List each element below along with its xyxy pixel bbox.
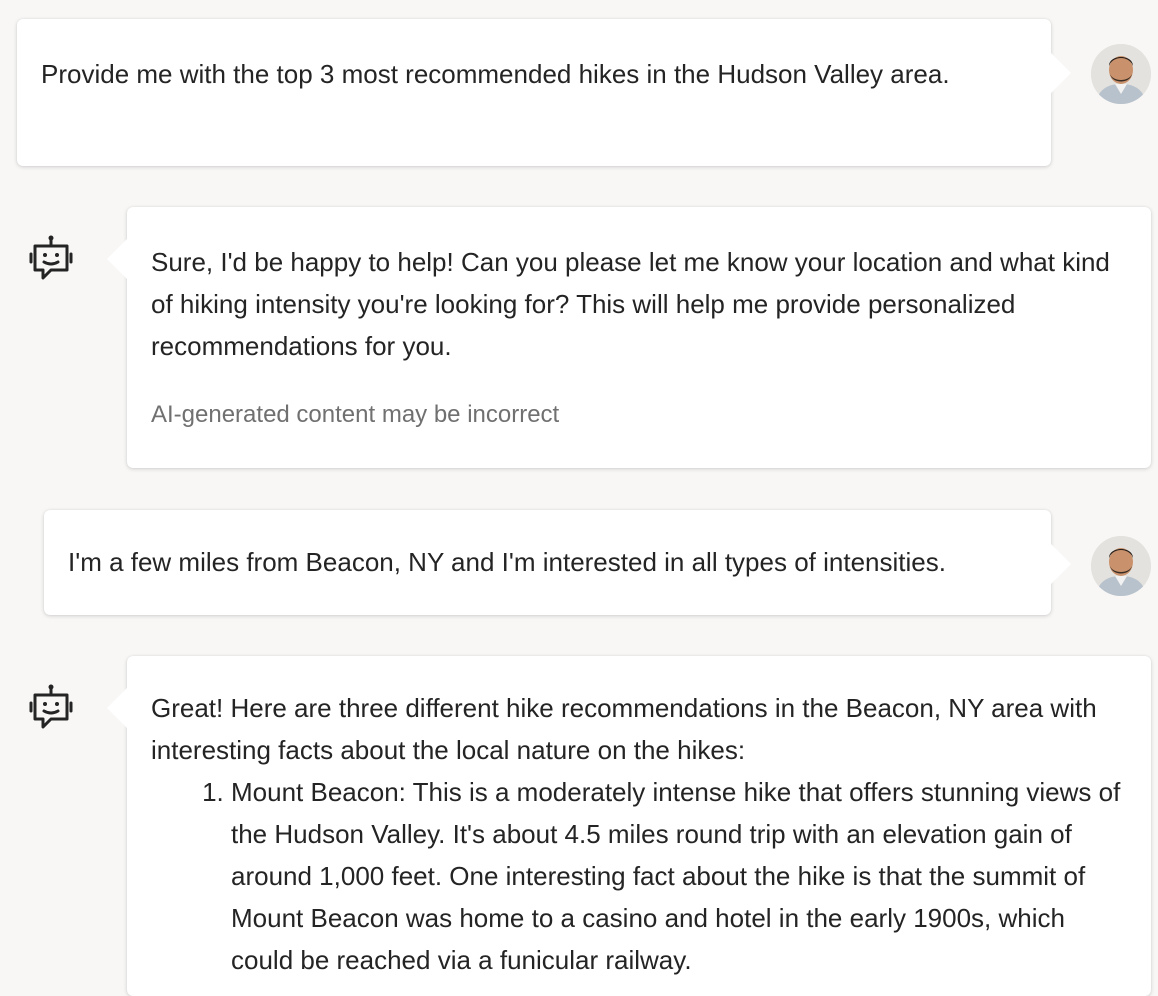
user-avatar-icon	[1091, 536, 1151, 596]
user-message-text: Provide me with the top 3 most recommend…	[41, 59, 950, 89]
ai-disclaimer: AI-generated content may be incorrect	[151, 401, 560, 428]
hike-list-item: Mount Beacon: This is a moderately inten…	[231, 771, 1127, 981]
hike-list: Mount Beacon: This is a moderately inten…	[151, 771, 1127, 981]
bot-message-bubble: Sure, I'd be happy to help! Can you plea…	[107, 207, 1151, 468]
user-avatar[interactable]	[1091, 536, 1151, 596]
user-message-bubble: I'm a few miles from Beacon, NY and I'm …	[44, 510, 1071, 615]
bot-message-text: Sure, I'd be happy to help! Can you plea…	[151, 247, 1110, 361]
bot-icon	[29, 234, 73, 284]
bot-icon	[29, 683, 73, 733]
user-avatar[interactable]	[1091, 44, 1151, 104]
bot-message-intro: Great! Here are three different hike rec…	[151, 693, 1097, 765]
user-message-bubble: Provide me with the top 3 most recommend…	[17, 19, 1071, 166]
user-avatar-icon	[1091, 44, 1151, 104]
bot-message-bubble: Great! Here are three different hike rec…	[107, 656, 1151, 996]
user-message-text: I'm a few miles from Beacon, NY and I'm …	[68, 547, 946, 577]
